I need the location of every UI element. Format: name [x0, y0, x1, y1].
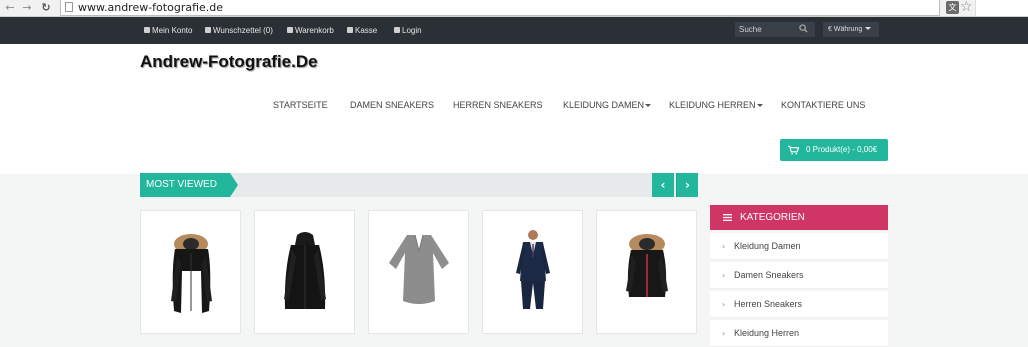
browser-toolbar: ← → ↻ www.andrew-fotografie.de 文 ☆ — [0, 0, 1028, 17]
nav-kontakt[interactable]: KONTAKTIERE UNS — [781, 100, 865, 110]
nav-kleidung-damen[interactable]: KLEIDUNG DAMEN — [563, 100, 652, 110]
key-icon — [394, 27, 400, 33]
list-icon — [347, 27, 353, 33]
product-image-black-parka[interactable] — [141, 211, 242, 335]
category-label: Herren Sneakers — [734, 299, 803, 309]
search-input[interactable] — [739, 23, 797, 36]
cart-button[interactable]: 0 Produkt(e) - 0,00€ — [780, 139, 888, 161]
my-account-link[interactable]: Mein Konto — [144, 26, 192, 35]
menu-icon — [723, 214, 732, 221]
login-link[interactable]: Login — [394, 26, 422, 35]
nav-kleidung-herren-label: KLEIDUNG HERREN — [669, 100, 756, 110]
chevron-right-icon: › — [722, 242, 726, 251]
category-label: Kleidung Herren — [734, 328, 800, 338]
my-account-label: Mein Konto — [152, 26, 193, 35]
most-viewed-title: MOST VIEWED — [140, 173, 238, 197]
currency-dropdown[interactable]: € Währung — [823, 22, 879, 37]
nav-startseite[interactable]: STARTSEITE — [273, 100, 328, 110]
dollar-icon — [287, 27, 293, 33]
cart-link[interactable]: Warenkorb — [287, 26, 334, 35]
product-card[interactable] — [140, 210, 241, 334]
category-label: Kleidung Damen — [734, 241, 801, 251]
category-label: Damen Sneakers — [734, 270, 804, 280]
product-image-navy-suit[interactable] — [483, 211, 584, 335]
carousel-next-button[interactable]: › — [676, 173, 698, 197]
product-card[interactable] — [368, 210, 469, 334]
chevron-down-icon — [865, 27, 872, 30]
wishlist-label: Wunschzettel (0) — [213, 26, 273, 35]
wishlist-link[interactable]: Wunschzettel (0) — [205, 26, 273, 35]
chevron-right-icon: › — [722, 329, 726, 338]
categories-header: KATEGORIEN — [710, 205, 888, 230]
url-text[interactable]: www.andrew-fotografie.de — [78, 1, 223, 14]
product-image-black-hooded-coat[interactable] — [255, 211, 356, 335]
product-card[interactable] — [482, 210, 583, 334]
product-image-black-jacket-fur-hood[interactable] — [597, 211, 698, 335]
reload-icon[interactable]: ↻ — [39, 1, 53, 15]
nav-kleidung-damen-label: KLEIDUNG DAMEN — [563, 100, 645, 110]
chevron-down-icon — [645, 104, 652, 107]
user-icon — [144, 27, 150, 33]
chevron-right-icon: › — [722, 271, 726, 280]
checkout-label: Kasse — [355, 26, 378, 35]
top-bar: Mein Konto Wunschzettel (0) Warenkorb Ka… — [0, 17, 1028, 44]
cart-summary: 0 Produkt(e) - 0,00€ — [806, 145, 878, 154]
back-arrow-icon[interactable]: ← — [3, 1, 17, 15]
login-label: Login — [402, 26, 422, 35]
nav-herren-sneakers[interactable]: HERREN SNEAKERS — [453, 100, 543, 110]
product-card[interactable] — [254, 210, 355, 334]
product-card[interactable] — [596, 210, 697, 334]
most-viewed-bar: MOST VIEWED — [140, 173, 698, 197]
categories-title: KATEGORIEN — [740, 212, 805, 223]
page-icon — [65, 2, 73, 12]
category-item-damen-sneakers[interactable]: › Damen Sneakers — [710, 262, 888, 289]
product-image-grey-blouse[interactable] — [369, 211, 470, 335]
browser-menu-area — [975, 0, 1028, 16]
currency-label: € Währung — [828, 26, 863, 33]
nav-damen-sneakers[interactable]: DAMEN SNEAKERS — [350, 100, 434, 110]
category-item-kleidung-herren[interactable]: › Kleidung Herren — [710, 320, 888, 347]
shopping-cart-icon — [788, 145, 799, 155]
forward-arrow-icon[interactable]: → — [20, 1, 34, 15]
site-logo[interactable]: Andrew-Fotografie.De — [140, 52, 318, 72]
heart-icon — [205, 27, 211, 33]
cart-link-label: Warenkorb — [295, 26, 334, 35]
carousel-prev-button[interactable]: ‹ — [652, 173, 674, 197]
site-header: Andrew-Fotografie.De STARTSEITE DAMEN SN… — [0, 44, 1028, 174]
category-item-herren-sneakers[interactable]: › Herren Sneakers — [710, 291, 888, 318]
search-box — [735, 22, 815, 37]
search-icon[interactable] — [799, 24, 808, 33]
translate-icon[interactable]: 文 — [946, 1, 959, 14]
chevron-down-icon — [756, 104, 763, 107]
nav-kleidung-herren[interactable]: KLEIDUNG HERREN — [669, 100, 763, 110]
chevron-right-icon: › — [722, 300, 726, 309]
checkout-link[interactable]: Kasse — [347, 26, 377, 35]
bookmark-star-icon[interactable]: ☆ — [960, 0, 973, 15]
address-bar[interactable]: www.andrew-fotografie.de — [60, 0, 940, 16]
category-item-kleidung-damen[interactable]: › Kleidung Damen — [710, 233, 888, 260]
